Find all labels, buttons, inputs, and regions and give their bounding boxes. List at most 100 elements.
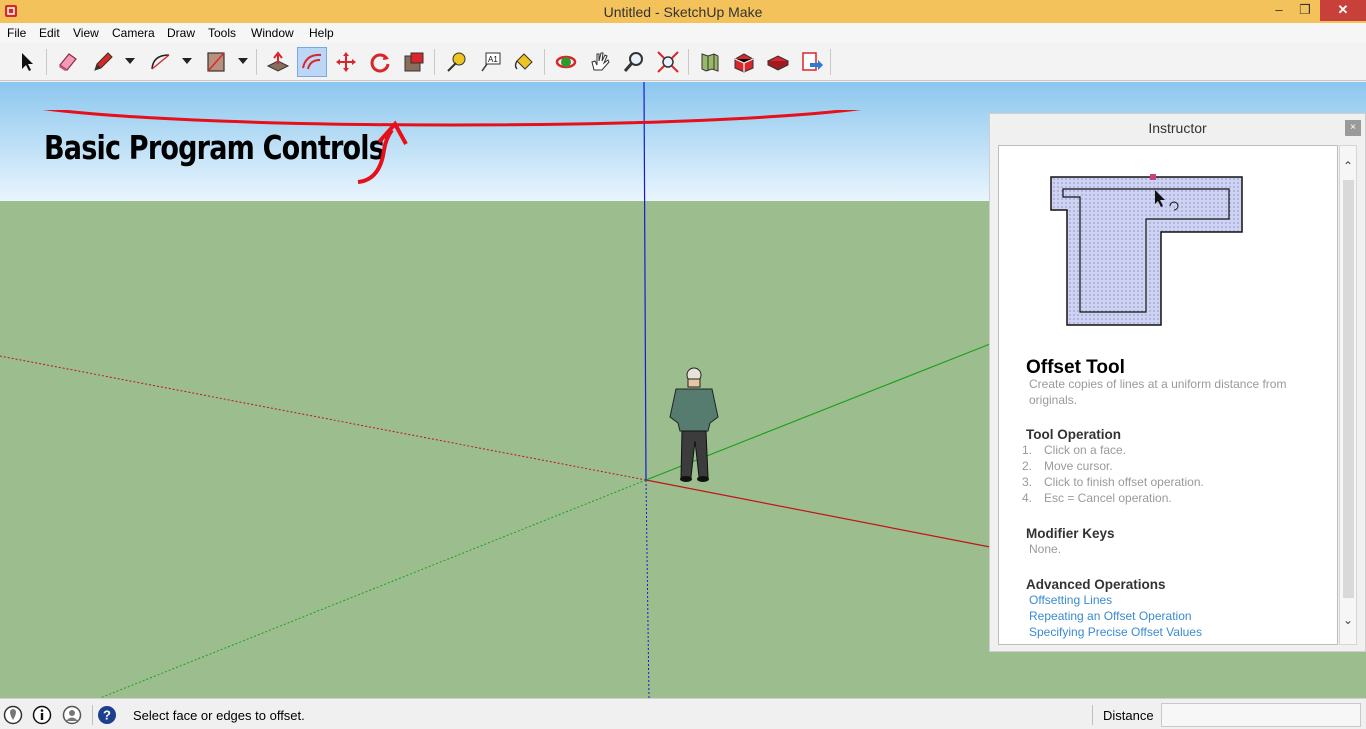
menu-edit[interactable]: Edit bbox=[39, 26, 60, 40]
rectangle-icon bbox=[207, 52, 225, 72]
push-pull-tool[interactable] bbox=[263, 47, 293, 77]
tool-description: Create copies of lines at a uniform dist… bbox=[1029, 377, 1287, 407]
measurements-input[interactable] bbox=[1161, 703, 1361, 727]
arrow-icon bbox=[22, 53, 33, 71]
chevron-down-icon[interactable] bbox=[181, 55, 193, 67]
text-tool-label: A1 bbox=[488, 55, 498, 64]
eraser-tool[interactable] bbox=[53, 47, 83, 77]
minimize-button[interactable]: ‒ bbox=[1268, 0, 1290, 21]
extension-icon bbox=[766, 55, 790, 71]
main-toolbar: A1 bbox=[0, 43, 1366, 81]
tape-measure-tool[interactable] bbox=[441, 47, 471, 77]
menu-window[interactable]: Window bbox=[251, 26, 294, 40]
extension-warehouse-tool[interactable] bbox=[763, 47, 793, 77]
green-axis-negative bbox=[99, 479, 647, 698]
window-title: Untitled - SketchUp Make bbox=[603, 4, 763, 20]
move-icon bbox=[336, 52, 356, 72]
modifier-keys-heading: Modifier Keys bbox=[1026, 526, 1115, 541]
annotation-label: Basic Program Controls bbox=[44, 128, 385, 167]
title-bar: Untitled - SketchUp Make ‒ ❐ ✕ bbox=[0, 0, 1366, 23]
line-tool[interactable] bbox=[88, 47, 118, 77]
orbit-icon bbox=[555, 55, 577, 69]
toolbar-separator bbox=[46, 49, 47, 75]
zoom-extents-icon bbox=[657, 51, 679, 73]
menu-bar: File Edit View Camera Draw Tools Window … bbox=[0, 23, 1366, 43]
scale-figure bbox=[669, 367, 719, 482]
rectangle-tool[interactable] bbox=[201, 47, 231, 77]
chevron-down-icon[interactable] bbox=[124, 55, 136, 67]
geo-location-icon[interactable] bbox=[3, 705, 23, 725]
warehouse-icon bbox=[734, 53, 754, 73]
link-repeating-offset[interactable]: Repeating an Offset Operation bbox=[1029, 609, 1192, 623]
red-axis bbox=[645, 479, 991, 548]
step-item: 2. Move cursor. bbox=[1022, 459, 1113, 473]
scroll-up-icon[interactable]: ⌃ bbox=[1342, 160, 1354, 172]
close-button[interactable]: ✕ bbox=[1320, 0, 1366, 21]
hand-icon bbox=[591, 52, 610, 71]
offset-illustration bbox=[1050, 174, 1243, 326]
tape-measure-icon bbox=[447, 52, 466, 72]
step-item: 1. Click on a face. bbox=[1022, 443, 1127, 457]
blue-axis bbox=[643, 82, 647, 481]
blue-axis-negative bbox=[645, 479, 650, 698]
3d-warehouse-tool[interactable] bbox=[729, 47, 759, 77]
modifier-keys-text: None. bbox=[1029, 542, 1062, 556]
chevron-down-icon[interactable] bbox=[237, 55, 249, 67]
toolbar-separator bbox=[434, 49, 435, 75]
paint-bucket-icon bbox=[514, 53, 533, 70]
status-message: Select face or edges to offset. bbox=[133, 708, 305, 723]
scale-tool[interactable] bbox=[399, 47, 429, 77]
eraser-icon bbox=[59, 53, 77, 71]
offset-tool[interactable] bbox=[297, 47, 327, 77]
toolbar-separator bbox=[256, 49, 257, 75]
user-icon[interactable] bbox=[62, 705, 82, 725]
toolbar-separator bbox=[830, 49, 831, 75]
scale-icon bbox=[404, 52, 424, 72]
text-tool[interactable]: A1 bbox=[475, 47, 505, 77]
step-item: 4. Esc = Cancel operation. bbox=[1022, 491, 1172, 505]
link-offsetting-lines[interactable]: Offsetting Lines bbox=[1029, 593, 1112, 607]
menu-help[interactable]: Help bbox=[309, 26, 334, 40]
panel-title: Instructor bbox=[1148, 120, 1207, 136]
text-icon: A1 bbox=[481, 52, 501, 72]
add-location-tool[interactable] bbox=[695, 47, 725, 77]
pencil-icon bbox=[94, 52, 113, 71]
arc-icon bbox=[151, 54, 170, 70]
help-icon[interactable]: ? bbox=[97, 705, 117, 725]
menu-file[interactable]: File bbox=[7, 26, 26, 40]
status-separator bbox=[92, 705, 93, 725]
toolbar-separator bbox=[544, 49, 545, 75]
arc-tool[interactable] bbox=[146, 47, 176, 77]
maximize-button[interactable]: ❐ bbox=[1294, 0, 1316, 21]
zoom-extents-tool[interactable] bbox=[653, 47, 683, 77]
magnifier-icon bbox=[623, 52, 643, 72]
toolbar-separator bbox=[688, 49, 689, 75]
instructor-panel: Instructor × Offset Tool Create copies o… bbox=[989, 113, 1366, 652]
menu-view[interactable]: View bbox=[73, 26, 99, 40]
scroll-thumb[interactable] bbox=[1343, 180, 1354, 598]
rotate-tool[interactable] bbox=[365, 47, 395, 77]
orbit-tool[interactable] bbox=[551, 47, 581, 77]
zoom-tool[interactable] bbox=[619, 47, 649, 77]
menu-camera[interactable]: Camera bbox=[112, 26, 155, 40]
status-separator bbox=[1092, 705, 1093, 725]
instructor-content: Offset Tool Create copies of lines at a … bbox=[998, 145, 1338, 645]
link-precise-offset[interactable]: Specifying Precise Offset Values bbox=[1029, 625, 1202, 639]
scroll-down-icon[interactable]: ⌄ bbox=[1342, 614, 1354, 626]
menu-draw[interactable]: Draw bbox=[167, 26, 195, 40]
send-to-layout-tool[interactable] bbox=[797, 47, 827, 77]
paint-bucket-tool[interactable] bbox=[509, 47, 539, 77]
info-icon[interactable] bbox=[32, 705, 52, 725]
select-tool[interactable] bbox=[12, 47, 42, 77]
tool-operation-heading: Tool Operation bbox=[1026, 427, 1121, 442]
layout-icon bbox=[802, 52, 823, 71]
move-tool[interactable] bbox=[331, 47, 361, 77]
instructor-scrollbar[interactable]: ⌃ ⌄ bbox=[1339, 145, 1357, 645]
advanced-operations-heading: Advanced Operations bbox=[1026, 577, 1166, 592]
svg-text:?: ? bbox=[103, 708, 111, 723]
pan-tool[interactable] bbox=[585, 47, 615, 77]
step-item: 3. Click to finish offset operation. bbox=[1022, 475, 1204, 489]
map-icon bbox=[701, 53, 719, 72]
menu-tools[interactable]: Tools bbox=[208, 26, 236, 40]
panel-close-button[interactable]: × bbox=[1345, 120, 1361, 136]
